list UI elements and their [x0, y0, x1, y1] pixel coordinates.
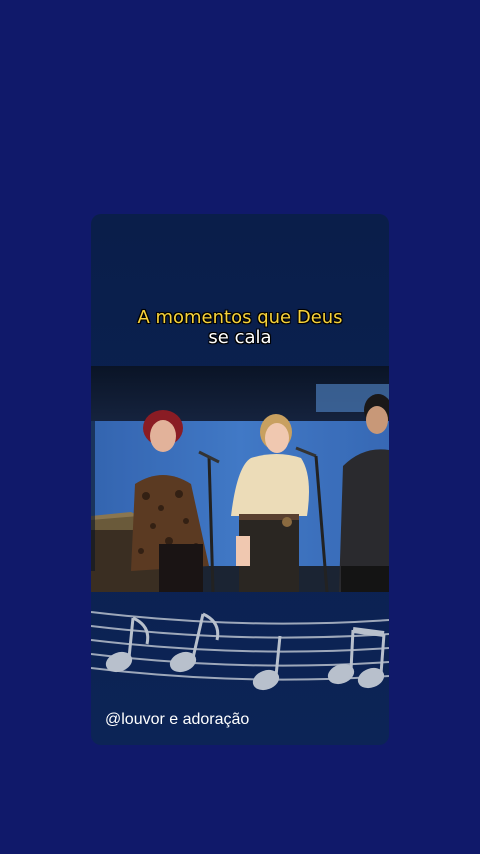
- story-page: A momentos que Deus se cala @louvor e ad…: [0, 0, 480, 854]
- caption-line-1: A momentos que Deus: [137, 307, 343, 328]
- caption-overlay: A momentos que Deus se cala: [91, 307, 389, 349]
- stage-photo: [91, 366, 389, 592]
- account-handle[interactable]: @louvor e adoração: [105, 711, 249, 729]
- video-card[interactable]: A momentos que Deus se cala @louvor e ad…: [91, 214, 389, 745]
- music-notes-icon: [91, 611, 389, 691]
- caption-line-2: se cala: [208, 327, 272, 349]
